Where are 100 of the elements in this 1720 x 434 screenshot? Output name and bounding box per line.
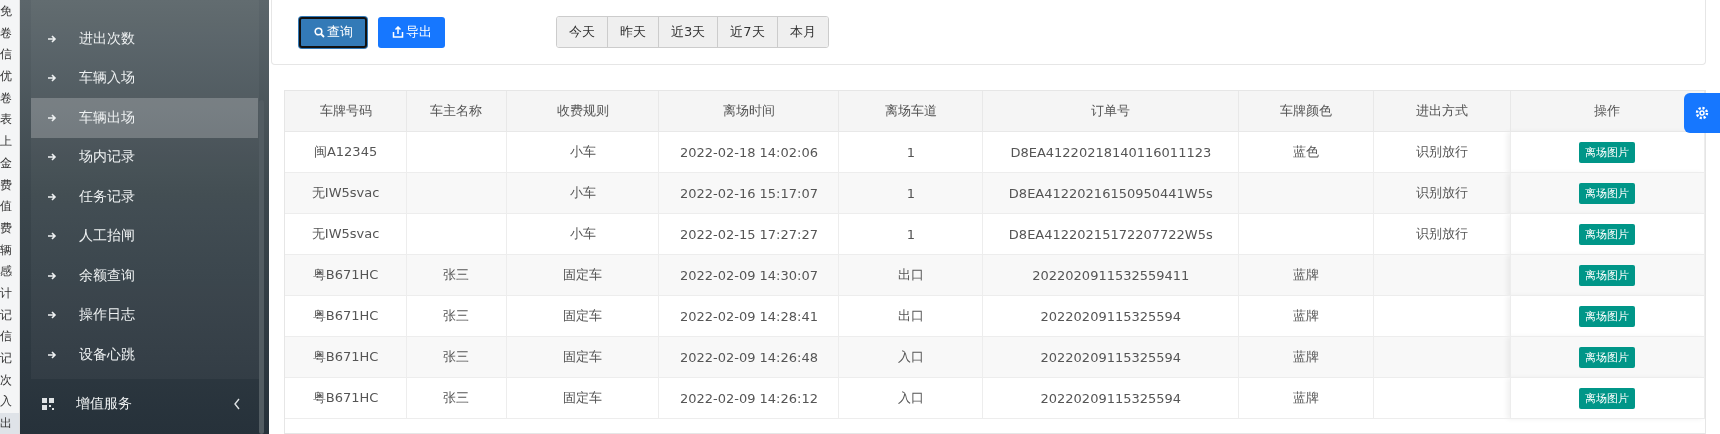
table-cell: 张三 <box>406 336 507 378</box>
table-cell: 2022-02-09 14:26:48 <box>658 336 839 378</box>
exit-photo-button[interactable]: 离场图片 <box>1579 141 1636 163</box>
table-cell: 固定车 <box>506 295 659 337</box>
table-cell: 张三 <box>406 254 507 296</box>
scrollbar[interactable] <box>259 100 264 434</box>
table-cell: 固定车 <box>506 254 659 296</box>
column-header: 车牌颜色 <box>1239 91 1374 132</box>
table-cell: 入口 <box>838 377 983 419</box>
sidebar-item[interactable]: 设备心跳 <box>31 335 259 375</box>
menu-text: 信 <box>0 46 13 64</box>
exit-photo-button[interactable]: 离场图片 <box>1579 264 1636 286</box>
exit-photo-button[interactable]: 离场图片 <box>1579 182 1636 204</box>
table-cell: 1 <box>838 213 983 255</box>
menu-text: 辆 <box>0 241 13 259</box>
sidebar-item[interactable]: 车辆入场 <box>31 58 259 98</box>
table-cell: 2022020911532559411 <box>982 254 1239 296</box>
table-cell: 1 <box>838 172 983 214</box>
menu-text: 次 <box>0 371 13 389</box>
table-cell: 1 <box>838 131 983 173</box>
menu-text: 信 <box>0 328 13 346</box>
column-header: 收费规则 <box>506 91 659 132</box>
menu-text: 表 <box>0 111 13 129</box>
exit-photo-button[interactable]: 离场图片 <box>1579 346 1636 368</box>
table-cell: 20220209115325594 <box>982 295 1239 337</box>
arrow-right-icon <box>47 270 57 281</box>
date-range-button[interactable]: 昨天 <box>607 17 658 47</box>
table-cell: D8EA41220215172207722W5s <box>982 213 1239 255</box>
table-cell: 2022-02-15 17:27:27 <box>658 213 839 255</box>
table-cell: 2022-02-16 15:17:07 <box>658 172 839 214</box>
arrow-right-icon <box>47 73 57 84</box>
table-cell: 小车 <box>506 131 659 173</box>
table-cell: 出口 <box>838 295 983 337</box>
search-button[interactable]: 查询 <box>299 16 367 48</box>
table-cell: 粤B671HC <box>285 377 407 419</box>
arrow-right-icon <box>47 349 57 360</box>
menu-text: 免 <box>0 3 13 20</box>
table-cell: 固定车 <box>506 377 659 419</box>
sidebar-item[interactable]: 场内记录 <box>31 137 259 177</box>
column-header: 车牌号码 <box>285 91 407 132</box>
menu-text: 卷 <box>0 24 13 42</box>
table-cell: 粤B671HC <box>285 254 407 296</box>
table-cell: 蓝牌 <box>1239 336 1374 378</box>
menu-text: 记 <box>0 306 13 324</box>
menu-text: 值 <box>0 198 13 216</box>
table-cell: 蓝牌 <box>1239 377 1374 419</box>
exit-photo-button[interactable]: 离场图片 <box>1579 223 1636 245</box>
date-range-button[interactable]: 今天 <box>557 17 607 47</box>
table-cell: 识别放行 <box>1373 131 1511 173</box>
upload-icon <box>391 26 404 38</box>
sidebar-item[interactable]: 操作日志 <box>31 295 259 335</box>
date-range-button[interactable]: 近3天 <box>658 17 718 47</box>
table-cell: 张三 <box>406 377 507 419</box>
date-range-button[interactable]: 本月 <box>776 17 828 47</box>
arrow-right-icon <box>47 310 57 321</box>
column-header: 进出方式 <box>1373 91 1511 132</box>
menu-text: 入 <box>0 393 13 411</box>
table-cell: 2022-02-09 14:26:12 <box>658 377 839 419</box>
arrow-right-icon <box>47 33 57 44</box>
date-range-button[interactable]: 近7天 <box>717 17 777 47</box>
arrow-right-icon <box>47 152 57 163</box>
search-icon <box>313 26 325 38</box>
menu-text: 卷 <box>0 89 13 107</box>
menu-text: 计 <box>0 284 13 302</box>
menu-text: 优 <box>0 68 13 86</box>
menu-text: 费 <box>0 176 13 194</box>
sidebar-item[interactable]: 车辆出场 <box>31 98 258 138</box>
table-cell: D8EA41220216150950441W5s <box>982 172 1239 214</box>
table-cell: 小车 <box>506 172 659 214</box>
exit-photo-button[interactable]: 离场图片 <box>1579 387 1636 409</box>
table-cell: 识别放行 <box>1373 213 1511 255</box>
table-cell: 蓝牌 <box>1239 295 1374 337</box>
export-button[interactable]: 导出 <box>378 16 445 48</box>
table-cell: 粤B671HC <box>285 295 407 337</box>
menu-text: 费 <box>0 219 13 237</box>
table-cell: 2022-02-09 14:28:41 <box>658 295 839 337</box>
sidebar-item[interactable]: 余额查询 <box>31 256 259 296</box>
sidebar-group[interactable]: 增值服务 <box>20 378 269 429</box>
sidebar-item[interactable]: 任务记录 <box>31 177 259 217</box>
column-header: 离场时间 <box>658 91 839 132</box>
column-header: 车主名称 <box>406 91 507 132</box>
chevron-left-icon <box>233 397 241 410</box>
table-cell: 入口 <box>838 336 983 378</box>
table-cell: 粤B671HC <box>285 336 407 378</box>
table-cell: 2022-02-18 14:02:06 <box>658 131 839 173</box>
column-header: 离场车道 <box>838 91 983 132</box>
sidebar-item[interactable]: 人工抬闸 <box>31 216 259 256</box>
table-cell: 闽A12345 <box>285 131 407 173</box>
settings-button[interactable] <box>1684 93 1720 133</box>
settings-icon <box>1694 105 1710 121</box>
table-cell: 识别放行 <box>1373 172 1511 214</box>
table-cell: 张三 <box>406 295 507 337</box>
table-cell: 无IW5svac <box>285 213 407 255</box>
sidebar-item[interactable]: 进出次数 <box>31 19 259 59</box>
table-cell: 蓝色 <box>1239 131 1374 173</box>
menu-text: 出 <box>0 413 19 434</box>
menu-text: 上 <box>0 133 13 151</box>
table-cell: 无IW5svac <box>285 172 407 214</box>
exit-photo-button[interactable]: 离场图片 <box>1579 305 1636 327</box>
table-cell: 小车 <box>506 213 659 255</box>
